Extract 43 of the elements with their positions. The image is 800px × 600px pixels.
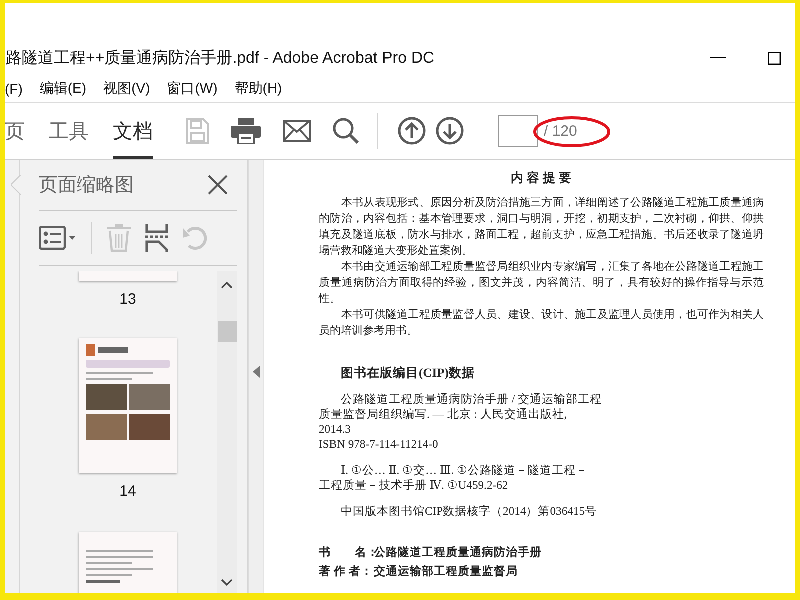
section-heading: 内 容 提 要 (510, 170, 574, 187)
mail-icon[interactable] (283, 120, 311, 142)
info-value: 交通运输部工程质量监督局 (374, 564, 518, 579)
info-value: 公路隧道工程质量通病防治手册 (374, 545, 542, 560)
scrollbar[interactable] (217, 271, 237, 593)
print-icon[interactable] (231, 118, 261, 144)
body-paragraph: 本书从表现形式、原因分析及防治措施三方面，详细阐述了公路隧道工程施工质量通病的防治，内容包括：基本管理要求，洞口与明洞，开挖，初期支护，二次衬砌，仰拱、仰拱填充及隧道底板，防水与排水，路面工程，超前支护，应急工程措施。书后还收录了隧道坍塌营救和隧道大变形处置案例。 (319, 196, 764, 259)
insert-page-icon[interactable] (144, 224, 170, 252)
close-icon[interactable] (208, 175, 228, 195)
page-thumbnail[interactable] (79, 532, 177, 593)
next-page-icon[interactable] (436, 117, 464, 145)
menu-item[interactable]: (F) (5, 81, 23, 97)
options-menu-icon[interactable] (39, 226, 77, 250)
info-label: 书 名： (319, 545, 374, 560)
cip-paragraph: Ⅰ. ①公… Ⅱ. ①交… Ⅲ. ①公路隧道－隧道工程－ 工程质量－技术手册 Ⅳ. ①U459.2-62 (319, 463, 590, 493)
collapse-arrow-icon[interactable] (252, 366, 260, 378)
cip-paragraph: 公路隧道工程质量通病防治手册 / 交通运输部工程 质量监督局组织编写. — 北京 : 人民交通出版社, 2014.3 ISBN 978-7-114-11214-0 (319, 392, 604, 452)
page-number-label: 13 (120, 291, 136, 308)
menu-item[interactable]: 视图(V) (104, 80, 150, 98)
search-icon[interactable] (333, 118, 359, 144)
previous-page-icon[interactable] (398, 117, 426, 145)
page-thumbnail[interactable] (79, 271, 177, 281)
toolbar-tab[interactable]: 工具 (49, 103, 89, 159)
window-title: 路隧道工程++质量通病防治手册.pdf - Adobe Acrobat Pro DC (5, 48, 436, 68)
maximize-icon[interactable] (768, 52, 781, 64)
menu-item[interactable]: 窗口(W) (167, 80, 218, 98)
scroll-down-icon[interactable] (221, 579, 233, 587)
info-label: 著 作 者： (319, 564, 374, 579)
page-thumbnail[interactable] (79, 338, 177, 473)
menu-item[interactable]: 帮助(H) (234, 80, 282, 98)
body-paragraph: 本书可供隧道工程质量监督人员、建设、设计、施工及监理人员使用，也可作为相关人员的培训参考用书。 (319, 308, 764, 339)
panel-title: 页面缩略图 (39, 174, 134, 198)
scroll-up-icon[interactable] (221, 281, 233, 289)
scrollbar-thumb[interactable] (218, 321, 236, 342)
menu-item[interactable]: 编辑(E) (40, 80, 87, 98)
page-number-field[interactable] (498, 115, 538, 147)
cip-paragraph: 中国版本图书馆CIP数据核字（2014）第036415号 (340, 504, 598, 519)
body-paragraph: 本书由交通运输部工程质量监督局组织业内专家编写，汇集了各地在公路隧道工程施工质量通病防治方面取得的经验，图文并茂，内容简洁、明了，具有较好的操作指导与示范性。 (319, 260, 764, 307)
page-total: / 120 (544, 122, 578, 140)
page-number-label: 14 (120, 483, 136, 500)
minimize-icon[interactable] (710, 57, 726, 59)
toolbar-tab[interactable]: 页 (5, 103, 25, 159)
cip-heading: 图书在版编目(CIP)数据 (341, 365, 476, 382)
